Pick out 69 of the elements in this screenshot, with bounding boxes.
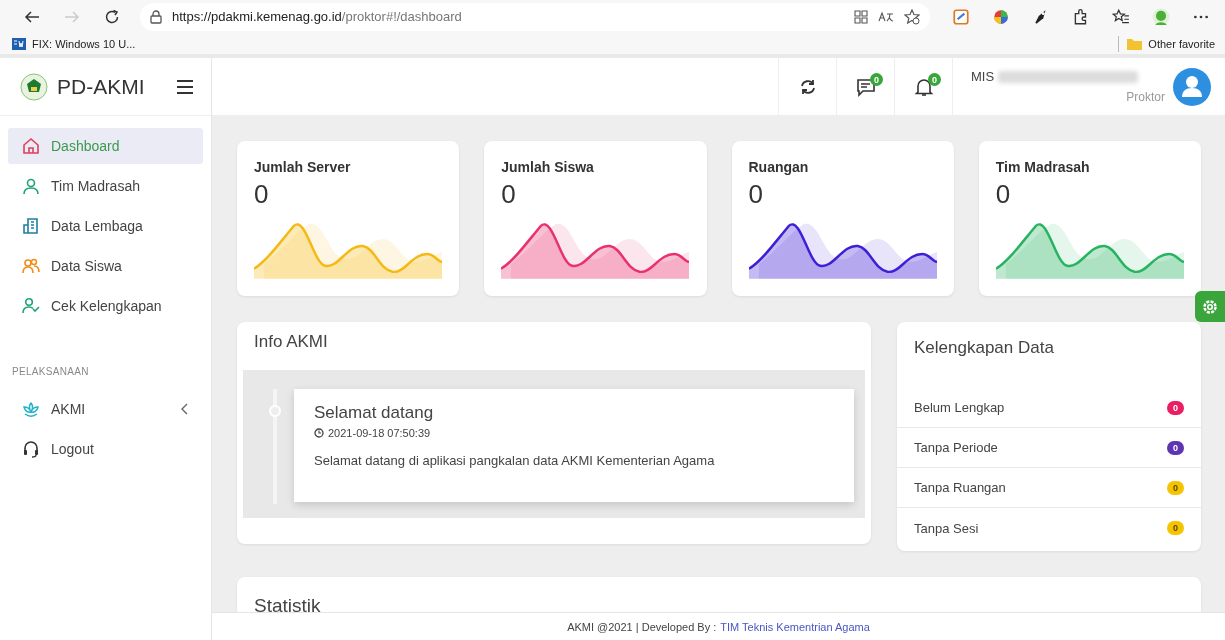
count-badge: 0: [1167, 440, 1184, 455]
stat-title: Tim Madrasah: [995, 159, 1091, 175]
completeness-label: Tanpa Periode: [914, 440, 998, 455]
headset-icon: [22, 440, 40, 458]
folder-icon: [1127, 37, 1143, 50]
sidebar-item[interactable]: Logout: [8, 431, 203, 467]
user-name: MIS: [971, 69, 995, 84]
bookmark-folder[interactable]: Other favorite: [1148, 37, 1215, 50]
count-badge: 0: [1167, 480, 1184, 495]
sidebar-item[interactable]: Data Lembaga: [8, 208, 203, 244]
entry-title: Selamat datang: [314, 403, 435, 423]
sidebar-item[interactable]: Cek Kelengkapan: [8, 288, 203, 324]
url-path: /proktor#!/dashboard: [341, 9, 462, 24]
logo-icon: [20, 72, 48, 101]
settings-button[interactable]: [1195, 291, 1225, 322]
favorites-icon[interactable]: [1112, 7, 1130, 26]
stat-value: 0: [254, 179, 270, 210]
settings-icon: [1201, 297, 1219, 316]
completeness-label: Tanpa Ruangan: [914, 480, 1006, 495]
entry-time: 2021-09-18 07:50:39: [328, 427, 431, 439]
entry-message: Selamat datang di aplikasi pangkalan data AKMI Kementerian Agama: [314, 453, 716, 468]
notification-count: 0: [928, 73, 941, 86]
avatar-icon[interactable]: [1173, 67, 1211, 106]
app-grid-icon[interactable]: [854, 9, 868, 24]
stat-value: 0: [995, 179, 1012, 210]
sidebar-item[interactable]: AKMI: [8, 391, 203, 427]
sidebar-item[interactable]: Tim Madrasah: [8, 168, 203, 204]
color-wheel-icon[interactable]: [992, 7, 1010, 26]
favorite-star-icon[interactable]: [904, 8, 920, 25]
stat-title: Jumlah Siswa: [501, 159, 595, 175]
lotus-icon: [22, 400, 40, 418]
bookmark-link[interactable]: FIX: Windows 10 U...: [32, 37, 136, 50]
section-label: PELAKSANAAN: [12, 366, 90, 377]
address-bar[interactable]: https://pdakmi.kemenag.go.id/proktor#!/dashboard: [140, 2, 930, 31]
read-aloud-icon[interactable]: [878, 10, 894, 23]
person-check-icon: [22, 297, 40, 315]
refresh-icon[interactable]: [798, 77, 817, 96]
lock-icon: [150, 9, 162, 24]
completeness-label: Tanpa Sesi: [914, 520, 979, 536]
stat-value: 0: [501, 179, 517, 210]
message-count: 0: [870, 73, 883, 86]
app-title: PD-AKMI: [57, 74, 145, 99]
clock-icon: [314, 428, 324, 438]
footer-text: AKMI @2021 | Developed By :: [567, 620, 717, 633]
menu-icon[interactable]: [177, 79, 193, 94]
message-icon[interactable]: [855, 76, 876, 97]
building-icon: [22, 217, 40, 235]
people-icon: [22, 257, 40, 275]
count-badge: 0: [1167, 521, 1184, 535]
card-title: Kelengkapan Data: [914, 338, 1055, 358]
bell-icon[interactable]: [913, 76, 934, 97]
bookmark-site-icon: [12, 37, 26, 50]
person-icon: [22, 177, 40, 195]
stat-value: 0: [748, 179, 764, 210]
reload-icon[interactable]: [104, 8, 120, 25]
card-title: Statistik: [254, 595, 322, 617]
back-icon[interactable]: [24, 8, 40, 25]
user-role: Proktor: [1126, 90, 1165, 104]
stat-title: Ruangan: [748, 159, 810, 175]
footer-link[interactable]: TIM Teknis Kementrian Agama: [720, 620, 870, 633]
card-title: Info AKMI: [254, 332, 329, 352]
url-host: https://pdakmi.kemenag.go.id: [172, 9, 342, 24]
count-badge: 0: [1167, 400, 1184, 415]
sidebar-item-label: AKMI: [51, 401, 86, 417]
house-icon: [22, 137, 40, 155]
completeness-label: Belum Lengkap: [914, 400, 1005, 415]
sidebar-item[interactable]: Data Siswa: [8, 248, 203, 284]
profile-avatar-icon[interactable]: [1152, 7, 1170, 26]
stat-title: Jumlah Server: [254, 159, 352, 175]
